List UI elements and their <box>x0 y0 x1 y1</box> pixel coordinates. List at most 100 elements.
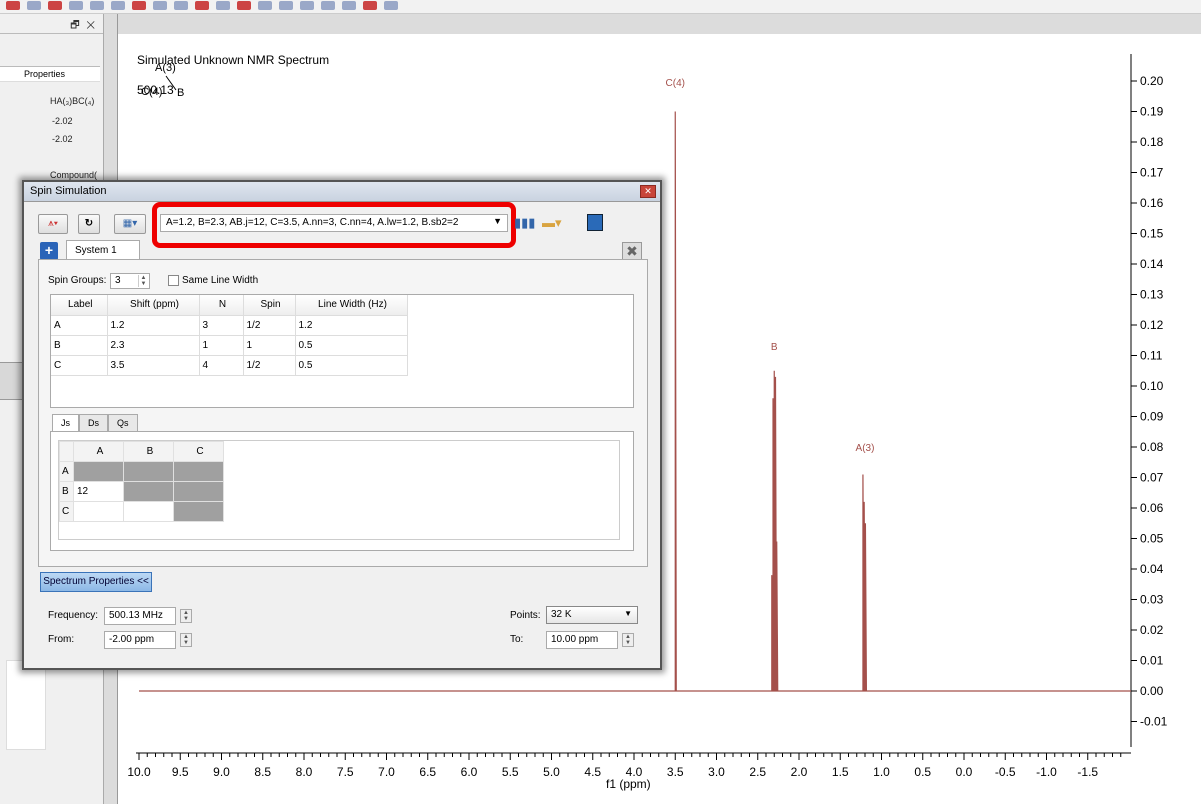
spin-groups-spinbox[interactable]: 3 ▲ ▼ <box>110 273 150 289</box>
table-cell[interactable]: B <box>51 335 108 356</box>
tab-system-1[interactable]: System 1 <box>66 240 140 260</box>
toolbar-icon[interactable] <box>111 1 125 10</box>
table-cell[interactable]: 1 <box>243 335 296 356</box>
column-header-spin[interactable]: Spin <box>243 295 296 316</box>
toolbar-icon[interactable] <box>69 1 83 10</box>
table-cell[interactable]: 0.5 <box>295 335 408 356</box>
delete-system-button[interactable]: ✖ <box>622 242 642 260</box>
x-tick-label: 0.0 <box>956 765 973 779</box>
tab-qs[interactable]: Qs <box>108 414 138 432</box>
dock-float-close-icons[interactable]: 🗗 ✕ <box>0 14 103 34</box>
table-cell[interactable]: 1 <box>199 335 244 356</box>
toolbar-icon[interactable] <box>237 1 251 10</box>
y-tick-label: 0.02 <box>1140 623 1164 637</box>
from-field[interactable]: -2.00 ppm <box>104 631 176 649</box>
points-select[interactable]: 32 K ▼ <box>546 606 638 624</box>
coupling-cell[interactable] <box>73 501 124 522</box>
column-header-line-width[interactable]: Line Width (Hz) <box>295 295 408 316</box>
toolbar-icon[interactable] <box>132 1 146 10</box>
peak-labels: C(4) B A(3) <box>666 78 875 454</box>
table-cell[interactable]: 3.5 <box>107 355 200 376</box>
y-tick-label: 0.16 <box>1140 196 1164 210</box>
to-spin-arrows[interactable]: ▲ ▼ <box>622 633 634 647</box>
x-tick-label: 1.0 <box>873 765 890 779</box>
table-cell[interactable]: 1.2 <box>295 315 408 336</box>
table-row[interactable]: B 2.3 1 1 0.5 <box>51 335 408 356</box>
column-header-shift[interactable]: Shift (ppm) <box>107 295 200 316</box>
coupling-cell <box>173 481 224 502</box>
main-toolbar <box>0 0 1201 14</box>
toolbar-icon[interactable] <box>321 1 335 10</box>
toolbar-icon[interactable] <box>153 1 167 10</box>
structure-bonds <box>165 75 177 91</box>
spectrum-properties-button[interactable]: Spectrum Properties << <box>40 572 152 592</box>
toolbar-icon[interactable] <box>27 1 41 10</box>
row-header[interactable]: C <box>59 501 74 522</box>
toolbar-icon[interactable] <box>363 1 377 10</box>
toolbar-icon[interactable] <box>90 1 104 10</box>
toolbar-icon[interactable] <box>48 1 62 10</box>
toolbar-icon[interactable] <box>342 1 356 10</box>
row-header[interactable]: A <box>59 461 74 482</box>
toolbar-icon[interactable] <box>300 1 314 10</box>
refresh-icon[interactable]: ↻ <box>78 214 100 234</box>
table-cell[interactable]: 1/2 <box>243 355 296 376</box>
table-row[interactable]: A 1.2 3 1/2 1.2 <box>51 315 408 336</box>
column-header[interactable]: C <box>173 441 224 462</box>
to-field[interactable]: 10.00 ppm <box>546 631 618 649</box>
table-cell[interactable]: A <box>51 315 108 336</box>
toolbar-icon[interactable] <box>195 1 209 10</box>
y-tick-label: 0.07 <box>1140 471 1164 485</box>
folder-open-icon[interactable]: ▬▾ <box>542 215 562 231</box>
coupling-cell[interactable] <box>123 501 174 522</box>
tab-ds[interactable]: Ds <box>79 414 108 432</box>
toolbar-icon[interactable] <box>279 1 293 10</box>
column-header-n[interactable]: N <box>199 295 244 316</box>
y-tick-label: 0.03 <box>1140 593 1164 607</box>
y-tick-label: 0.11 <box>1140 349 1163 363</box>
toolbar-icon[interactable] <box>384 1 398 10</box>
spin-arrows[interactable]: ▲ ▼ <box>138 275 148 287</box>
x-tick-label: 2.0 <box>791 765 808 779</box>
points-label: Points: <box>510 610 541 621</box>
table-cell[interactable]: C <box>51 355 108 376</box>
frequency-spin-arrows[interactable]: ▲ ▼ <box>180 609 192 623</box>
document-tab-strip <box>118 14 1201 34</box>
add-system-button[interactable]: + <box>40 242 58 260</box>
properties-header[interactable]: Properties <box>0 66 100 82</box>
x-tick-label: 9.5 <box>172 765 189 779</box>
same-line-width-checkbox[interactable] <box>168 275 179 286</box>
table-cell[interactable]: 1/2 <box>243 315 296 336</box>
close-icon[interactable]: ✕ <box>640 185 656 198</box>
toolbar-icon[interactable] <box>258 1 272 10</box>
from-spin-arrows[interactable]: ▲ ▼ <box>180 633 192 647</box>
x-axis: 10.0 9.5 9.0 8.5 8.0 7.5 7.0 6.5 6.0 5.5 5.0 4.5 4.0… <box>127 752 1131 779</box>
y-tick-label: 0.04 <box>1140 562 1164 576</box>
tab-js[interactable]: Js <box>52 414 79 432</box>
table-cell[interactable]: 1.2 <box>107 315 200 336</box>
table-row[interactable]: C 3.5 4 1/2 0.5 <box>51 355 408 376</box>
table-view-button[interactable]: ▦▾ <box>114 214 146 234</box>
coupling-cell[interactable]: 12 <box>73 481 124 502</box>
x-tick-label: 6.5 <box>419 765 436 779</box>
chevron-down-icon[interactable]: ▼ <box>624 609 632 618</box>
column-header-label[interactable]: Label <box>51 295 108 316</box>
y-tick-label: 0.18 <box>1140 135 1164 149</box>
coupling-table: ABC A B 12 C <box>58 440 620 540</box>
toolbar-icon[interactable] <box>6 1 20 10</box>
table-cell[interactable]: 3 <box>199 315 244 336</box>
toolbar-icon[interactable] <box>174 1 188 10</box>
table-cell[interactable]: 0.5 <box>295 355 408 376</box>
table-cell[interactable]: 4 <box>199 355 244 376</box>
frequency-field[interactable]: 500.13 MHz <box>104 607 176 625</box>
chart-icon[interactable]: ▮▮▮ <box>514 215 535 231</box>
save-icon[interactable] <box>587 214 603 231</box>
table-cell[interactable]: 2.3 <box>107 335 200 356</box>
x-tick-label: 10.0 <box>127 765 151 779</box>
toolbar-icon[interactable] <box>216 1 230 10</box>
row-header[interactable]: B <box>59 481 74 502</box>
column-header[interactable]: B <box>123 441 174 462</box>
spin-groups-value: 3 <box>115 275 121 286</box>
spectrum-view-button[interactable]: ⩚▾ <box>38 214 68 234</box>
column-header[interactable]: A <box>73 441 124 462</box>
